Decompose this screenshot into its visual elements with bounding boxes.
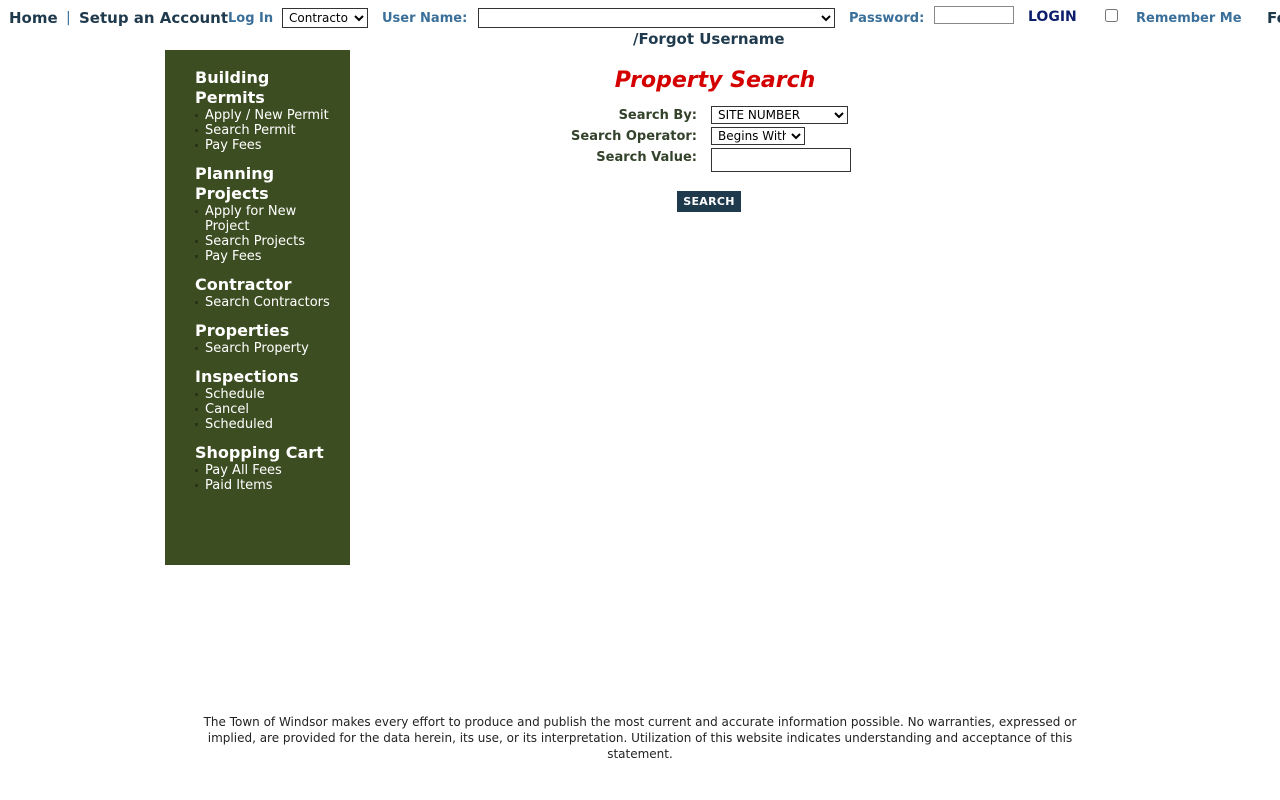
sidebar-heading: Planning Projects <box>195 164 275 203</box>
sidebar-heading: Building Permits <box>195 68 270 107</box>
password-label: Password: <box>849 11 925 26</box>
setup-account-link[interactable]: Setup an Account <box>79 9 228 27</box>
sidebar-section-inspections: Inspections Schedule Cancel Scheduled <box>195 367 340 432</box>
search-operator-label: Search Operator: <box>571 129 697 144</box>
sidebar-link-search-property[interactable]: Search Property <box>195 341 340 356</box>
search-value-label: Search Value: <box>596 150 697 165</box>
sidebar: Building Permits Apply / New Permit Sear… <box>165 50 350 565</box>
sidebar-link-scheduled[interactable]: Scheduled <box>195 417 340 432</box>
search-by-select[interactable]: SITE NUMBER <box>711 106 848 124</box>
sidebar-link-pay-fees[interactable]: Pay Fees <box>195 138 340 153</box>
sidebar-link-apply-new-project[interactable]: Apply for New Project <box>195 204 305 234</box>
sidebar-section-properties: Properties Search Property <box>195 321 340 356</box>
top-bar: Home | Setup an Account Log In Contracto… <box>0 0 1280 50</box>
log-in-label: Log In <box>228 11 274 26</box>
sidebar-link-paid-items[interactable]: Paid Items <box>195 478 340 493</box>
sidebar-link-search-permit[interactable]: Search Permit <box>195 123 340 138</box>
sidebar-link-pay-all-fees[interactable]: Pay All Fees <box>195 463 340 478</box>
home-link[interactable]: Home <box>9 9 58 27</box>
forgot-username-link[interactable]: /Forgot Username <box>633 30 785 48</box>
sidebar-link-apply-new-permit[interactable]: Apply / New Permit <box>195 108 340 123</box>
sidebar-heading: Contractor <box>195 275 292 294</box>
sidebar-heading: Shopping Cart <box>195 443 324 462</box>
sidebar-section-building-permits: Building Permits Apply / New Permit Sear… <box>195 68 340 153</box>
search-button[interactable]: SEARCH <box>677 191 741 212</box>
sidebar-section-contractor: Contractor Search Contractors <box>195 275 340 310</box>
sidebar-link-search-contractors[interactable]: Search Contractors <box>195 295 340 310</box>
sidebar-link-cancel[interactable]: Cancel <box>195 402 340 417</box>
search-value-input[interactable] <box>711 148 851 172</box>
sidebar-heading: Inspections <box>195 367 299 386</box>
sidebar-link-search-projects[interactable]: Search Projects <box>195 234 340 249</box>
password-input[interactable] <box>934 6 1014 24</box>
search-by-label: Search By: <box>618 108 697 123</box>
login-type-select[interactable]: Contractor <box>282 8 368 28</box>
sidebar-heading: Properties <box>195 321 290 340</box>
remember-me-checkbox[interactable] <box>1105 9 1118 22</box>
sidebar-section-planning-projects: Planning Projects Apply for New Project … <box>195 164 340 264</box>
sidebar-section-shopping-cart: Shopping Cart Pay All Fees Paid Items <box>195 443 340 493</box>
nav-separator: | <box>66 10 71 26</box>
disclaimer-text: The Town of Windsor makes every effort t… <box>203 715 1077 761</box>
sidebar-link-pay-fees[interactable]: Pay Fees <box>195 249 340 264</box>
forgot-password-link[interactable]: Fo <box>1267 9 1280 27</box>
login-button[interactable]: LOGIN <box>1028 9 1077 25</box>
user-name-select[interactable] <box>478 8 835 28</box>
sidebar-link-schedule[interactable]: Schedule <box>195 387 340 402</box>
user-name-label: User Name: <box>382 11 468 26</box>
page-title: Property Search <box>614 68 816 93</box>
search-operator-select[interactable]: Begins With <box>711 127 805 145</box>
remember-me-label: Remember Me <box>1136 11 1242 26</box>
